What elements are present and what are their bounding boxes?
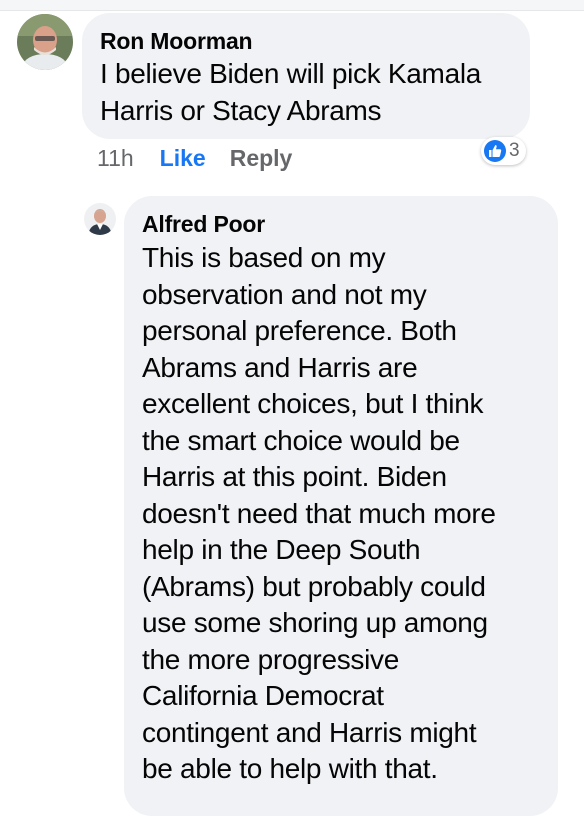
comment-text-line: Harris or Stacy Abrams (100, 94, 382, 126)
comment-text-line: personal preference. Both (142, 315, 457, 346)
thumbs-up-icon (484, 140, 506, 162)
comment-text: This is based on my observation and not … (142, 240, 540, 788)
comment-bubble: Ron Moorman I believe Biden will pick Ka… (82, 13, 530, 139)
comment-text-line: use some shoring up among (142, 607, 488, 638)
comment-bubble: Alfred Poor This is based on my observat… (124, 196, 558, 816)
like-button[interactable]: Like (160, 145, 206, 172)
comment-actions: 11h Like Reply (97, 143, 292, 173)
commenter-avatar[interactable] (84, 203, 116, 235)
reply-button[interactable]: Reply (230, 145, 293, 172)
comment-text-line: Harris at this point. Biden (142, 461, 447, 492)
comment-text-line: the more progressive (142, 643, 400, 675)
top-divider (0, 0, 584, 11)
commenter-avatar[interactable] (17, 14, 73, 70)
comment-author[interactable]: Alfred Poor (142, 210, 540, 238)
comment-text-line: This is based on my (142, 242, 386, 273)
comment-text-line: contingent and Harris might (142, 716, 477, 748)
comment-timestamp[interactable]: 11h (97, 145, 134, 172)
comment-text-line: (Abrams) but probably could (142, 570, 486, 602)
reaction-badge[interactable]: 3 (481, 137, 526, 165)
comment-text-line: be able to help with that. (142, 753, 438, 784)
user-avatar-photo-icon (17, 14, 73, 70)
comment-text-line: observation and not my (142, 278, 427, 310)
comment-text-line: help in the Deep South (142, 534, 421, 565)
comment-text-line: doesn't need that much more (142, 497, 496, 529)
comment-text-line: Abrams and Harris are (142, 351, 418, 383)
comment-text-line: I believe Biden will pick Kamala (100, 58, 482, 89)
reaction-count: 3 (509, 140, 520, 161)
comment-text: I believe Biden will pick Kamala Harris … (100, 56, 512, 129)
comment-author[interactable]: Ron Moorman (100, 27, 512, 55)
user-avatar-photo-icon (84, 203, 116, 235)
comment-text-line: excellent choices, but I think (142, 388, 484, 419)
comment-text-line: the smart choice would be (142, 424, 460, 456)
comment-text-line: California Democrat (142, 680, 384, 711)
